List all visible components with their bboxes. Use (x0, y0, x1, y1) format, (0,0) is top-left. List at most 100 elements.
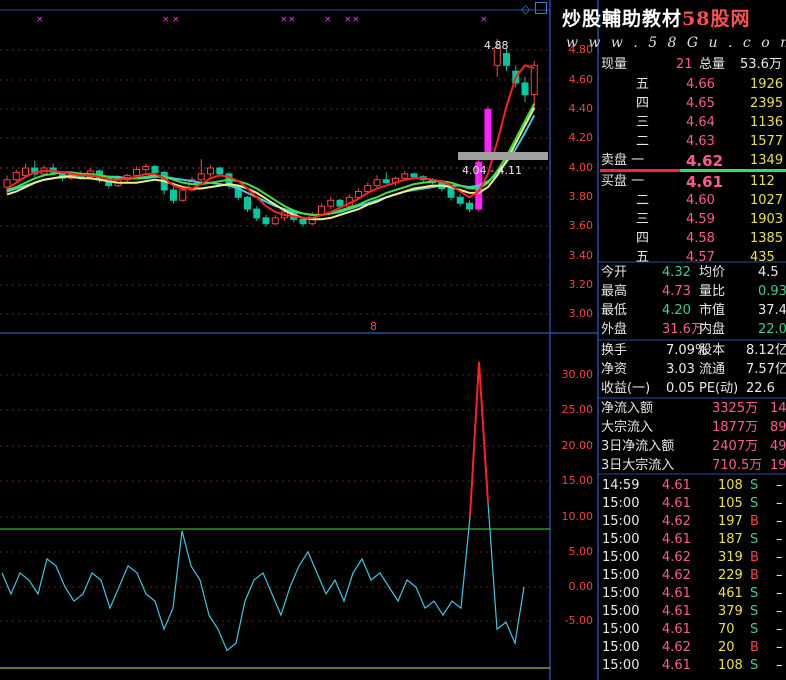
flow-row: 净流入额 3325万 149 (600, 400, 786, 418)
trade-price: 4.61 (662, 532, 691, 547)
candle-body (3, 179, 11, 188)
candle-body (22, 167, 29, 176)
indicator-tick-label: 20.00 (561, 439, 594, 452)
trade-side: S (750, 478, 759, 493)
candle-body (262, 217, 270, 225)
candle-body (12, 171, 20, 181)
trade-row: 15:00 4.61 105 S – (600, 495, 786, 513)
flow-row: 3日净流入额 2407万 49 (600, 438, 786, 456)
price-tick-label: 3.20 (568, 278, 594, 291)
candle-body (373, 179, 381, 187)
flow-value: 710.5万 (712, 458, 763, 473)
fundamental-value: 8.12亿 (746, 343, 786, 358)
trade-volume: 379 (718, 604, 743, 619)
trade-side: S (750, 532, 759, 547)
ask-separator (600, 169, 680, 172)
ask-price: 4.62 (686, 152, 724, 170)
ask-level-label: 五 (636, 77, 650, 92)
flow-label: 净流入额 (601, 401, 654, 416)
trade-volume: 229 (718, 568, 743, 583)
trade-row: 14:59 4.61 108 S – (600, 477, 786, 495)
logo-title: 炒股輔助教材58股网 (562, 8, 751, 30)
flow-row: 3日大宗流入 710.5万 19 (600, 457, 786, 475)
candle-body (170, 189, 177, 201)
price-tick-label: 3.00 (568, 307, 594, 320)
ask-volume: 2395 (750, 96, 784, 111)
trade-flag: – (776, 658, 783, 673)
stat-value: 37.4亿 (758, 303, 786, 318)
signal-marker: × (280, 15, 288, 25)
trade-time: 15:00 (602, 658, 640, 673)
fundamental-value: 0.05 (666, 381, 695, 396)
flow-label: 3日大宗流入 (601, 458, 675, 473)
stat-label: 内盘 (699, 322, 726, 337)
trade-row: 15:00 4.62 20 B – (600, 639, 786, 657)
trade-side: S (750, 586, 759, 601)
ask-level-label: 三 (636, 115, 650, 130)
indicator-line (1, 361, 525, 652)
trade-side: B (750, 550, 759, 565)
stat-label: 最低 (601, 303, 628, 318)
flow-value: 2407万 (712, 439, 759, 454)
trade-flag: – (776, 550, 783, 565)
trade-volume: 105 (718, 496, 743, 511)
trade-flag: – (776, 514, 783, 529)
ask-price: 4.63 (686, 134, 715, 149)
trade-price: 4.61 (662, 478, 691, 493)
price-tick-label: 3.80 (568, 190, 594, 203)
trade-side: S (750, 658, 759, 673)
stat-label: 量比 (699, 284, 726, 299)
candle-body (382, 179, 390, 184)
trade-flag: – (776, 622, 783, 637)
trade-row: 15:00 4.61 70 S – (600, 621, 786, 639)
candle-body (410, 173, 418, 178)
ask-level-label: 卖盘 一 (601, 153, 645, 168)
candle-body (503, 53, 510, 66)
indicator-tick-label: 0.00 (568, 580, 594, 593)
bid-level-label: 买盘 一 (601, 174, 645, 189)
candle-body (179, 189, 187, 201)
indicator-tick-label: -5.00 (564, 614, 593, 627)
candle-body (244, 196, 251, 210)
trade-flag: – (776, 640, 783, 655)
candle-body (253, 208, 261, 219)
ma-red-line (6, 64, 535, 219)
trade-time: 15:00 (602, 622, 640, 637)
flow-label: 3日净流入额 (601, 439, 675, 454)
signal-marker: × (480, 15, 488, 25)
indicator-marker: 8 (370, 320, 377, 333)
candle-body (466, 202, 473, 210)
stat-value: 4.32 (662, 265, 691, 280)
candle-body (530, 64, 538, 96)
price-tick-label: 4.20 (568, 131, 594, 144)
stat-value: 4.20 (662, 303, 691, 318)
candle-body (327, 199, 335, 207)
trade-time: 15:00 (602, 586, 640, 601)
trade-flag: – (776, 604, 783, 619)
price-tick-label: 4.40 (568, 102, 594, 115)
bid-row: 三 4.59 1903 (600, 211, 786, 229)
stat-value: 0.93 (758, 284, 786, 299)
fundamental-label: 股本 (699, 343, 726, 358)
trade-flag: – (776, 568, 783, 583)
indicator-tick-label: 5.00 (568, 545, 594, 558)
window-icon[interactable] (535, 2, 547, 14)
indicator-peak-line (469, 361, 489, 517)
candle-body (447, 188, 455, 198)
fundamental-value: 22.6 (746, 381, 775, 396)
trade-row: 15:00 4.61 379 S – (600, 603, 786, 621)
trade-side: S (750, 496, 759, 511)
trade-price: 4.61 (662, 622, 691, 637)
indicator-tick-label: 25.00 (561, 403, 594, 416)
diamond-icon[interactable]: ◇ (521, 2, 530, 16)
trade-row: 15:00 4.62 197 B – (600, 513, 786, 531)
trade-price: 4.61 (662, 604, 691, 619)
fundamental-label: 净资 (601, 362, 628, 377)
trade-time: 15:00 (602, 640, 640, 655)
stat-row: 外盘 31.6万内盘 22.0万 (600, 321, 786, 339)
stat-label: 今开 (601, 265, 628, 280)
trade-row: 15:00 4.61 108 S – (600, 657, 786, 675)
bid-price: 4.61 (686, 173, 724, 191)
ask-price: 4.66 (686, 77, 715, 92)
high-price-label: 4.88 (484, 39, 509, 52)
